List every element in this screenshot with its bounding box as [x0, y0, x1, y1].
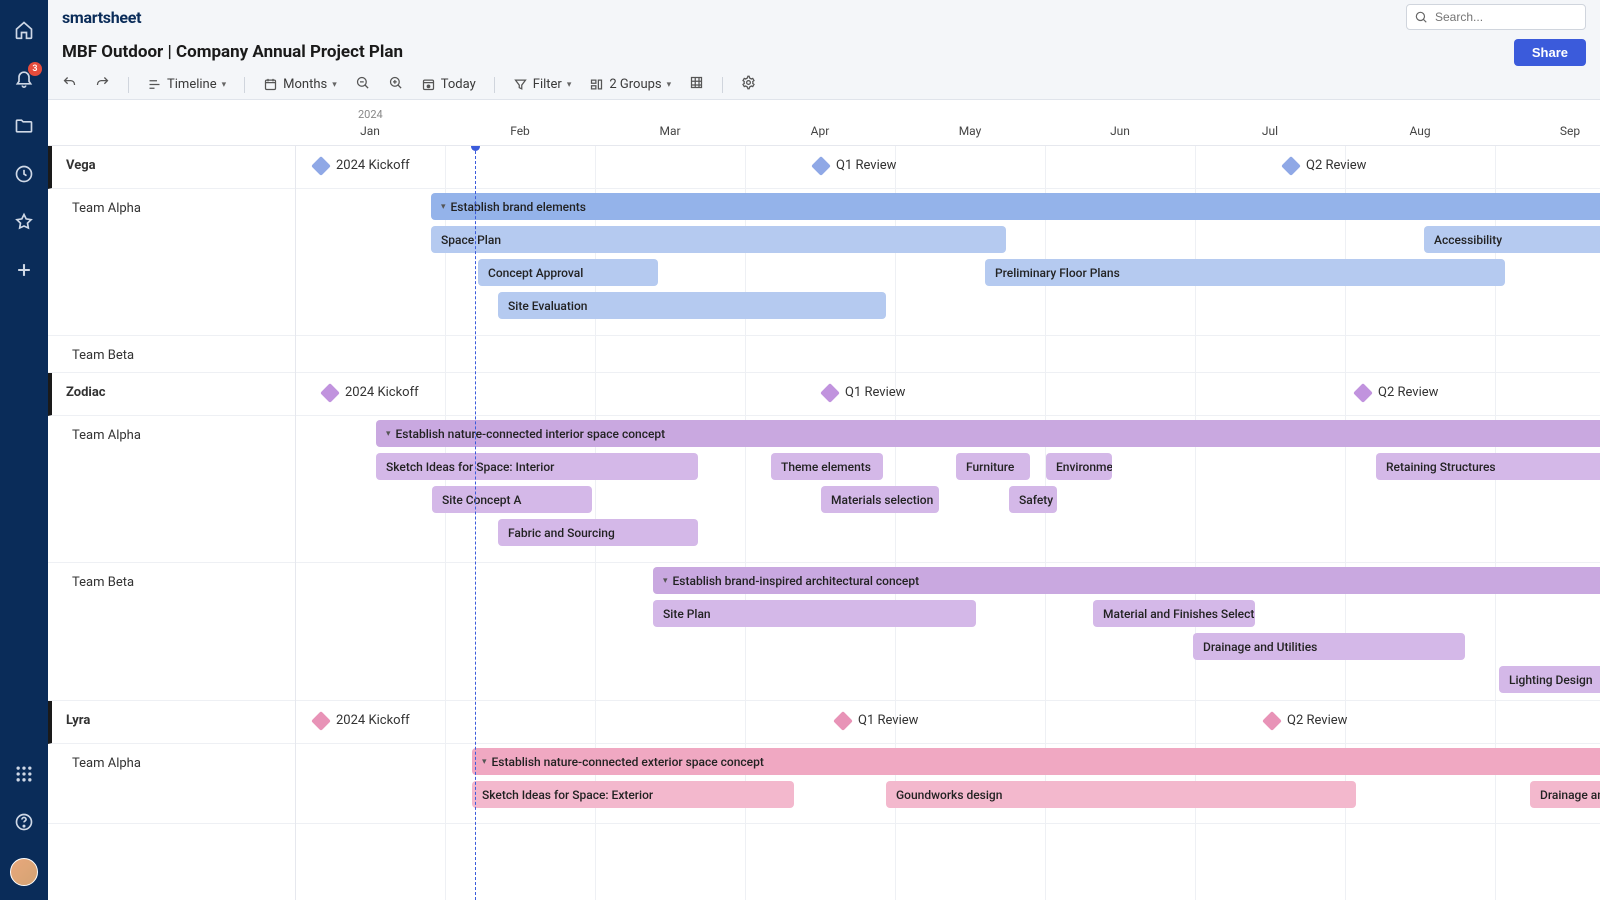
- groups-button[interactable]: 2 Groups▾: [589, 77, 671, 92]
- create-icon[interactable]: [12, 258, 36, 282]
- task-bar[interactable]: Materials selection: [821, 486, 939, 513]
- zoom-in-button[interactable]: [388, 75, 403, 94]
- task-bar[interactable]: Theme elements: [771, 453, 883, 480]
- toolbar: Timeline▾ Months▾ Today Filter▾ 2 Groups…: [48, 70, 1600, 100]
- task-bar[interactable]: Site Concept A: [432, 486, 592, 513]
- apps-icon[interactable]: [12, 762, 36, 786]
- task-bar[interactable]: Sketch Ideas for Space: Interior: [376, 453, 698, 480]
- task-bar[interactable]: Site Evaluation: [498, 292, 886, 319]
- favorites-icon[interactable]: [12, 210, 36, 234]
- folder-icon[interactable]: [12, 114, 36, 138]
- project-label: Zodiac: [52, 373, 106, 415]
- month-label: Jul: [1262, 124, 1278, 138]
- milestone[interactable]: Q2 Review: [1356, 385, 1438, 400]
- milestone[interactable]: Q2 Review: [1265, 713, 1347, 728]
- search-input[interactable]: [1406, 4, 1586, 30]
- task-bar[interactable]: Material and Finishes Selection: [1093, 600, 1255, 627]
- today-button[interactable]: Today: [421, 77, 476, 92]
- summary-bar[interactable]: Establish nature-connected interior spac…: [376, 420, 1600, 447]
- month-label: Jun: [1110, 124, 1130, 138]
- view-switcher[interactable]: Timeline▾: [147, 77, 226, 92]
- left-nav-rail: 3: [0, 0, 48, 900]
- zoom-scale[interactable]: Months▾: [263, 77, 337, 92]
- task-bar[interactable]: Goundworks design: [886, 781, 1356, 808]
- month-label: Apr: [811, 124, 830, 138]
- task-bar[interactable]: Lighting Design: [1499, 666, 1600, 693]
- timeline-header: 2024JanFebMarAprMayJunJulAugSep: [48, 100, 1600, 146]
- task-bar[interactable]: Sketch Ideas for Space: Exterior: [472, 781, 794, 808]
- task-bar[interactable]: Accessibility: [1424, 226, 1600, 253]
- summary-bar[interactable]: Establish brand elements: [431, 193, 1600, 220]
- undo-button[interactable]: [62, 75, 77, 94]
- team-label: Team Alpha: [48, 744, 141, 823]
- month-label: Jan: [360, 124, 380, 138]
- task-bar[interactable]: Retaining Structures: [1376, 453, 1600, 480]
- brand-logo: smartsheet: [62, 8, 141, 27]
- home-icon[interactable]: [12, 18, 36, 42]
- today-indicator: [475, 146, 476, 900]
- team-label: Team Beta: [48, 563, 134, 700]
- milestone[interactable]: Q1 Review: [823, 385, 905, 400]
- timeline[interactable]: 2024JanFebMarAprMayJunJulAugSep Vega2024…: [48, 100, 1600, 900]
- task-bar[interactable]: Site Plan: [653, 600, 976, 627]
- search-icon: [1414, 10, 1428, 24]
- task-bar[interactable]: Space Plan: [431, 226, 1006, 253]
- team-label: Team Beta: [48, 336, 134, 372]
- topbar: smartsheet: [48, 0, 1600, 34]
- task-bar[interactable]: Preliminary Floor Plans: [985, 259, 1505, 286]
- page-title: MBF Outdoor | Company Annual Project Pla…: [62, 42, 403, 62]
- milestone[interactable]: Q1 Review: [836, 713, 918, 728]
- milestone[interactable]: Q2 Review: [1284, 158, 1366, 173]
- month-label: Mar: [659, 124, 680, 138]
- summary-bar[interactable]: Establish brand-inspired architectural c…: [653, 567, 1600, 594]
- main-area: smartsheet MBF Outdoor | Company Annual …: [48, 0, 1600, 900]
- task-bar[interactable]: Environmental Considerations: [1046, 453, 1112, 480]
- month-label: Sep: [1560, 124, 1580, 138]
- team-label: Team Alpha: [48, 416, 141, 562]
- help-icon[interactable]: [12, 810, 36, 834]
- project-label: Lyra: [52, 701, 90, 743]
- search-input-wrap: [1406, 4, 1586, 30]
- share-button[interactable]: Share: [1514, 39, 1586, 66]
- month-label: Aug: [1409, 124, 1430, 138]
- month-label: May: [959, 124, 982, 138]
- settings-button[interactable]: [741, 75, 756, 94]
- notification-badge: 3: [28, 62, 42, 76]
- task-bar[interactable]: Drainage and Utilities: [1193, 633, 1465, 660]
- task-bar[interactable]: Furniture: [956, 453, 1030, 480]
- month-label: Feb: [510, 124, 530, 138]
- project-label: Vega: [52, 146, 96, 188]
- avatar[interactable]: [10, 858, 38, 886]
- timeline-rows: Vega 2024 Kickoff Q1 Review Q2 Review Team A…: [48, 146, 1600, 824]
- milestone[interactable]: 2024 Kickoff: [314, 713, 410, 728]
- task-bar[interactable]: Safety Measures: [1009, 486, 1057, 513]
- milestone[interactable]: 2024 Kickoff: [314, 158, 410, 173]
- task-bar[interactable]: Fabric and Sourcing: [498, 519, 698, 546]
- filter-button[interactable]: Filter▾: [513, 77, 572, 92]
- title-row: MBF Outdoor | Company Annual Project Pla…: [48, 34, 1600, 70]
- team-label: Team Alpha: [48, 189, 141, 335]
- task-bar[interactable]: Drainage and Utili: [1530, 781, 1600, 808]
- notifications-icon[interactable]: 3: [12, 66, 36, 90]
- grid-toggle-button[interactable]: [689, 75, 704, 94]
- milestone[interactable]: Q1 Review: [814, 158, 896, 173]
- redo-button[interactable]: [95, 75, 110, 94]
- milestone[interactable]: 2024 Kickoff: [323, 385, 419, 400]
- recents-icon[interactable]: [12, 162, 36, 186]
- zoom-out-button[interactable]: [355, 75, 370, 94]
- summary-bar[interactable]: Establish nature-connected exterior spac…: [472, 748, 1600, 775]
- task-bar[interactable]: Concept Approval: [478, 259, 658, 286]
